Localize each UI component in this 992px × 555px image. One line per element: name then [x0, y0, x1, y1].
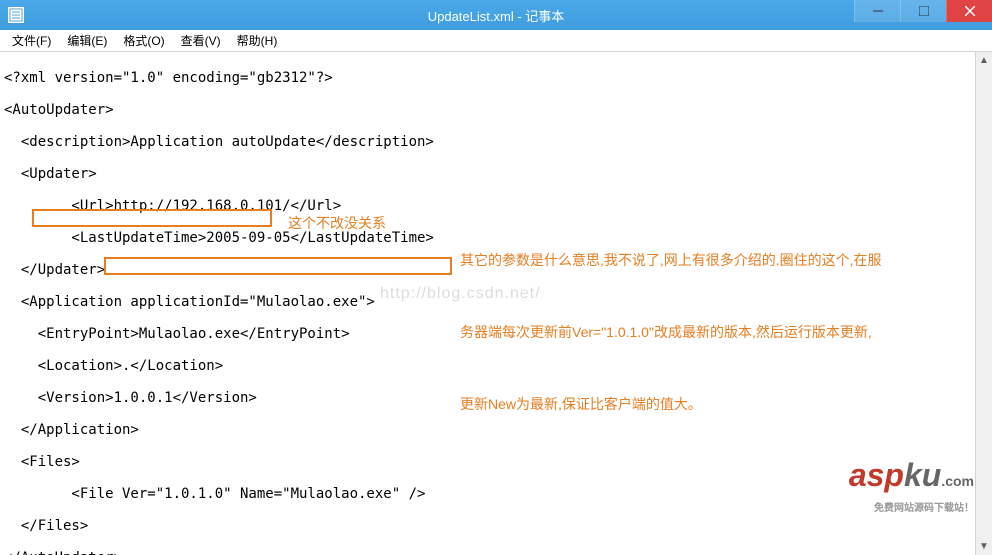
menu-file[interactable]: 文件(F)	[4, 30, 59, 52]
close-button[interactable]	[946, 0, 992, 22]
annotation-line: 其它的参数是什么意思,我不说了,网上有很多介绍的.圈住的这个,在服	[460, 248, 882, 272]
aspku-logo: aspku.com 免费网站源码下载站！	[833, 451, 974, 549]
window-title: UpdateList.xml - 记事本	[428, 6, 565, 25]
menu-view[interactable]: 查看(V)	[173, 30, 229, 52]
highlight-file	[104, 257, 452, 275]
menu-bar: 文件(F) 编辑(E) 格式(O) 查看(V) 帮助(H)	[0, 30, 992, 52]
annotation-note2: 其它的参数是什么意思,我不说了,网上有很多介绍的.圈住的这个,在服 务器端每次更…	[460, 200, 882, 464]
logo-text-com: .com	[941, 473, 974, 489]
logo-text-asp: asp	[849, 457, 904, 493]
minimize-button[interactable]	[854, 0, 900, 22]
scroll-up-arrow-icon[interactable]: ▲	[976, 52, 992, 69]
annotation-line: 务器端每次更新前Ver="1.0.1.0"改成最新的版本,然后运行版本更新,	[460, 320, 882, 344]
text-editor-content[interactable]: <?xml version="1.0" encoding="gb2312"?> …	[0, 52, 992, 555]
maximize-button[interactable]	[900, 0, 946, 22]
code-line: <description>Application autoUpdate</des…	[4, 134, 992, 150]
code-line: <AutoUpdater>	[4, 102, 992, 118]
code-line: <Updater>	[4, 166, 992, 182]
close-icon	[965, 6, 975, 16]
highlight-version	[32, 209, 272, 227]
menu-format[interactable]: 格式(O)	[115, 30, 172, 52]
logo-subtitle: 免费网站源码下载站！	[833, 501, 974, 517]
window-titlebar: UpdateList.xml - 记事本	[0, 0, 992, 30]
menu-help[interactable]: 帮助(H)	[229, 30, 286, 52]
window-controls	[854, 0, 992, 22]
annotation-note1: 这个不改没关系	[288, 211, 386, 235]
scroll-down-arrow-icon[interactable]: ▼	[976, 538, 992, 555]
maximize-icon	[919, 6, 929, 16]
annotation-line: 更新New为最新,保证比客户端的值大。	[460, 392, 882, 416]
code-line: <?xml version="1.0" encoding="gb2312"?>	[4, 70, 992, 86]
code-line: </AutoUpdater>	[4, 550, 992, 555]
watermark-text: http://blog.csdn.net/	[380, 286, 541, 302]
vertical-scrollbar[interactable]: ▲ ▼	[975, 52, 992, 555]
minimize-icon	[873, 6, 883, 16]
logo-text-ku: ku	[904, 457, 941, 493]
notepad-icon	[8, 7, 24, 23]
menu-edit[interactable]: 编辑(E)	[59, 30, 115, 52]
